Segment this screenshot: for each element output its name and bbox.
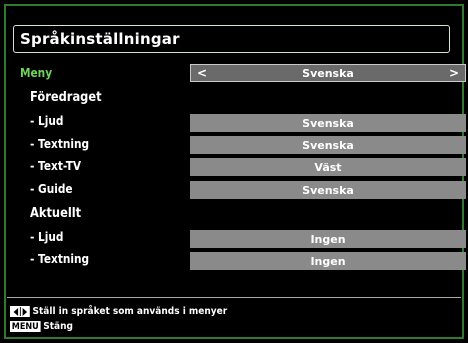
preferred-teletext-label: - Text-TV bbox=[30, 159, 82, 173]
preferred-audio-value[interactable]: Svenska bbox=[190, 114, 466, 132]
current-audio-text: Ingen bbox=[310, 232, 346, 246]
current-audio-label: - Ljud bbox=[30, 230, 64, 244]
current-subtitle-text: Ingen bbox=[310, 254, 346, 268]
current-subtitle-label: - Textning bbox=[30, 252, 90, 266]
left-right-arrows-icon bbox=[10, 306, 30, 317]
preferred-guide-label: - Guide bbox=[30, 182, 73, 196]
preferred-teletext-value[interactable]: Väst bbox=[190, 158, 466, 176]
preferred-heading: Föredraget bbox=[30, 90, 102, 105]
menu-key-icon: MENU bbox=[10, 321, 41, 332]
preferred-guide-text: Svenska bbox=[302, 183, 354, 197]
help-navigate: Ställ in språket som används i menyer bbox=[10, 306, 227, 317]
current-subtitle-value[interactable]: Ingen bbox=[190, 252, 466, 270]
preferred-audio-text: Svenska bbox=[302, 116, 354, 130]
menu-language-selector[interactable]: < Svenska > bbox=[190, 64, 466, 82]
menu-language-value: Svenska bbox=[302, 66, 354, 80]
footer-divider bbox=[7, 297, 461, 298]
menu-language-label: Meny bbox=[20, 66, 53, 80]
help-menu-text: Stäng bbox=[43, 321, 73, 332]
current-audio-value[interactable]: Ingen bbox=[190, 230, 466, 248]
current-heading: Aktuellt bbox=[30, 206, 82, 221]
chevron-left-icon[interactable]: < bbox=[197, 65, 207, 81]
preferred-subtitle-label: - Textning bbox=[30, 137, 90, 151]
preferred-teletext-text: Väst bbox=[314, 160, 342, 174]
preferred-guide-value[interactable]: Svenska bbox=[190, 181, 466, 199]
page-title: Språkinställningar bbox=[20, 30, 180, 48]
preferred-subtitle-value[interactable]: Svenska bbox=[190, 136, 466, 154]
help-menu: MENU Stäng bbox=[10, 321, 73, 332]
help-navigate-text: Ställ in språket som används i menyer bbox=[32, 306, 228, 317]
preferred-subtitle-text: Svenska bbox=[302, 138, 354, 152]
preferred-audio-label: - Ljud bbox=[30, 114, 64, 128]
chevron-right-icon[interactable]: > bbox=[449, 65, 459, 81]
